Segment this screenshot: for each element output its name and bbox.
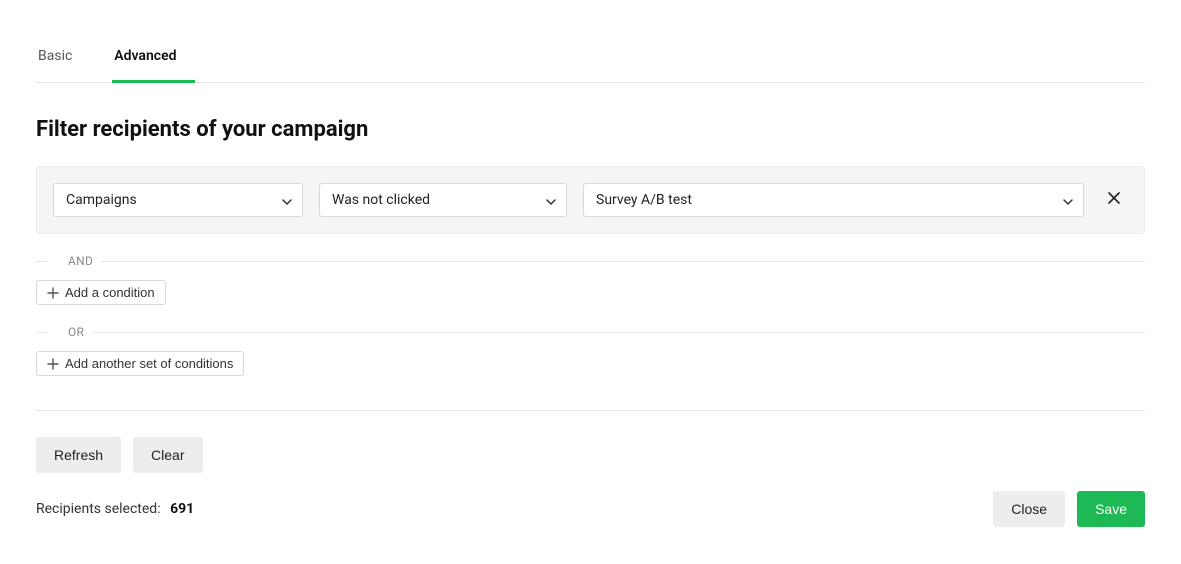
add-condition-set-label: Add another set of conditions	[65, 356, 233, 371]
divider-line	[36, 332, 48, 333]
recipients-selected: Recipients selected: 691	[36, 501, 194, 517]
section-divider	[36, 410, 1145, 411]
add-condition-button[interactable]: Add a condition	[36, 280, 166, 305]
recipients-label: Recipients selected:	[36, 501, 161, 517]
page-title: Filter recipients of your campaign	[36, 117, 1145, 142]
plus-icon	[47, 287, 59, 299]
footer-actions-right: Close Save	[993, 491, 1145, 527]
tab-basic-label: Basic	[38, 48, 72, 64]
recipients-count: 691	[170, 501, 194, 517]
divider-line	[101, 261, 1145, 262]
add-condition-set-button[interactable]: Add another set of conditions	[36, 351, 244, 376]
filter-field-value: Campaigns	[66, 192, 137, 208]
or-label: OR	[60, 325, 92, 339]
filter-field-select[interactable]: Campaigns	[53, 183, 303, 217]
close-icon	[1108, 192, 1120, 208]
divider-line	[92, 332, 1145, 333]
and-label: AND	[60, 254, 101, 268]
condition-row: Campaigns Was not clicked Survey A/B tes…	[36, 166, 1145, 234]
footer-actions-left: Refresh Clear	[36, 437, 1145, 473]
save-button[interactable]: Save	[1077, 491, 1145, 527]
chevron-down-icon	[1063, 195, 1073, 205]
chevron-down-icon	[546, 195, 556, 205]
close-button[interactable]: Close	[993, 491, 1065, 527]
refresh-label: Refresh	[54, 447, 103, 463]
filter-value-select[interactable]: Survey A/B test	[583, 183, 1084, 217]
add-condition-label: Add a condition	[65, 285, 155, 300]
filter-value-text: Survey A/B test	[596, 192, 692, 208]
tab-basic[interactable]: Basic	[36, 36, 90, 82]
and-divider: AND	[36, 254, 1145, 268]
chevron-down-icon	[282, 195, 292, 205]
divider-line	[36, 261, 48, 262]
filter-operator-value: Was not clicked	[332, 192, 430, 208]
tabs: Basic Advanced	[36, 36, 1145, 83]
tab-advanced-label: Advanced	[114, 48, 176, 64]
clear-button[interactable]: Clear	[133, 437, 202, 473]
filter-operator-select[interactable]: Was not clicked	[319, 183, 567, 217]
close-label: Close	[1011, 501, 1047, 517]
plus-icon	[47, 358, 59, 370]
clear-label: Clear	[151, 447, 184, 463]
tab-advanced[interactable]: Advanced	[112, 36, 194, 82]
save-label: Save	[1095, 501, 1127, 517]
or-divider: OR	[36, 325, 1145, 339]
refresh-button[interactable]: Refresh	[36, 437, 121, 473]
footer-bottom: Recipients selected: 691 Close Save	[36, 491, 1145, 527]
remove-condition-button[interactable]	[1100, 186, 1128, 214]
